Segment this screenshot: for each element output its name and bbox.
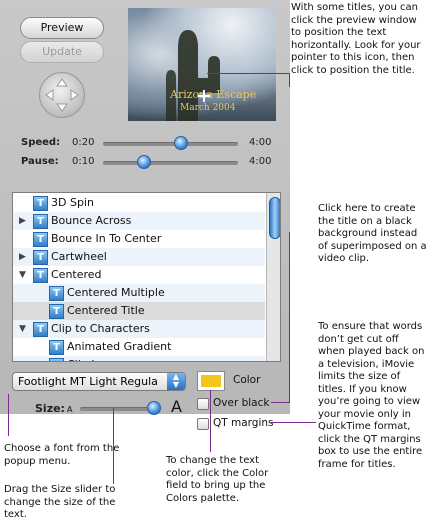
callout-line-over-black: [271, 402, 289, 403]
preview-window[interactable]: Arizona Escape March 2004: [128, 8, 276, 121]
preview-title-line2: March 2004: [180, 103, 236, 113]
list-scroll-thumb[interactable]: [269, 197, 280, 239]
list-item-label: Centered: [51, 268, 102, 281]
list-item-label: Animated Gradient: [67, 340, 172, 353]
pause-label: Pause:: [21, 156, 59, 167]
color-swatch-fill: [201, 375, 221, 387]
list-item-label: Clip Image: [67, 358, 126, 361]
list-item-label: Bounce In To Center: [51, 232, 162, 245]
annotation-preview: With some titles, you can click the prev…: [291, 2, 421, 76]
title-style-icon: T: [49, 304, 64, 319]
pause-slider-track[interactable]: [103, 161, 238, 165]
annotation-font: Choose a font from the popup menu.: [4, 443, 120, 467]
disclosure-closed-icon[interactable]: ▶: [19, 252, 26, 262]
disclosure-open-icon[interactable]: ▼: [19, 270, 26, 280]
list-item-label: Clip to Characters: [51, 322, 150, 335]
pause-max: 4:00: [249, 156, 272, 167]
speed-label: Speed:: [21, 137, 61, 148]
size-large-icon: A: [171, 397, 182, 416]
color-label: Color: [233, 374, 261, 386]
crosshair-pointer-icon: [198, 90, 210, 102]
list-item[interactable]: ▶ T Cartwheel: [13, 248, 265, 266]
list-item[interactable]: ▼ T Centered: [13, 266, 265, 284]
list-item[interactable]: T Centered Title: [13, 302, 265, 320]
titles-list: T 3D Spin ▶ T Bounce Across T Bounce In To Cen…: [12, 192, 281, 362]
pause-slider-knob[interactable]: [136, 155, 151, 169]
list-item-label: Cartwheel: [51, 250, 107, 263]
speed-max: 4:00: [249, 137, 272, 148]
list-item-label: Centered Title: [67, 304, 145, 317]
direction-pad[interactable]: [39, 72, 85, 118]
callout-line-over-black-v: [289, 232, 290, 403]
callout-line-font: [8, 394, 9, 436]
over-black-label: Over black: [213, 397, 270, 409]
list-item-label: 3D Spin: [51, 196, 94, 209]
title-style-icon: T: [33, 232, 48, 247]
title-style-icon: T: [33, 250, 48, 265]
qt-margins-checkbox[interactable]: [197, 418, 209, 430]
list-item[interactable]: T Bounce In To Center: [13, 230, 265, 248]
annotation-color: To change the text color, click the Colo…: [166, 455, 269, 504]
size-small-icon: A: [67, 405, 73, 414]
title-style-icon: T: [49, 286, 64, 301]
qt-margins-label: QT margins: [213, 417, 274, 429]
callout-line-qt: [271, 422, 316, 423]
speed-min: 0:20: [72, 137, 95, 148]
font-popup-value: Footlight MT Light Regula: [18, 375, 158, 388]
font-popup[interactable]: Footlight MT Light Regula ▲ ▼: [12, 372, 186, 391]
list-item-label: Centered Multiple: [67, 286, 165, 299]
callout-line-color: [210, 390, 211, 452]
list-item[interactable]: ▶ T Bounce Across: [13, 212, 265, 230]
over-black-checkbox[interactable]: [197, 398, 209, 410]
speed-slider-track[interactable]: [103, 142, 238, 146]
title-style-icon: T: [33, 196, 48, 211]
list-item-label: Bounce Across: [51, 214, 132, 227]
disclosure-closed-icon[interactable]: ▶: [19, 216, 26, 226]
preview-title-line1: Arizona Escape: [170, 88, 257, 101]
annotation-size: Drag the Size slider to change the size …: [4, 484, 116, 520]
list-item[interactable]: ▼ T Clip to Characters: [13, 320, 265, 338]
pause-min: 0:10: [72, 156, 95, 167]
size-slider-knob[interactable]: [146, 401, 161, 415]
callout-line-preview-v: [289, 73, 290, 87]
list-scrollbar[interactable]: [266, 193, 280, 361]
list-item[interactable]: TClip Image: [13, 356, 265, 361]
list-item[interactable]: T Animated Gradient: [13, 338, 265, 356]
title-style-icon: T: [33, 268, 48, 283]
color-swatch[interactable]: [197, 371, 225, 391]
title-style-icon: T: [49, 358, 64, 361]
list-item[interactable]: T 3D Spin: [13, 194, 265, 212]
title-style-icon: T: [33, 214, 48, 229]
annotation-over-black: Click here to create the title on a blac…: [318, 203, 427, 264]
preview-button[interactable]: Preview: [20, 17, 104, 39]
direction-arrows-icon: [45, 78, 79, 112]
title-style-icon: T: [49, 340, 64, 355]
list-item[interactable]: T Centered Multiple: [13, 284, 265, 302]
disclosure-open-icon[interactable]: ▼: [19, 324, 26, 334]
popup-arrows-icon: ▲ ▼: [167, 373, 185, 390]
title-style-icon: T: [33, 322, 48, 337]
annotation-qt-margins: To ensure that words don’t get cut off w…: [318, 321, 425, 470]
update-button[interactable]: Update: [20, 41, 104, 63]
callout-line-preview: [207, 73, 289, 74]
size-label: Size:: [35, 402, 65, 415]
